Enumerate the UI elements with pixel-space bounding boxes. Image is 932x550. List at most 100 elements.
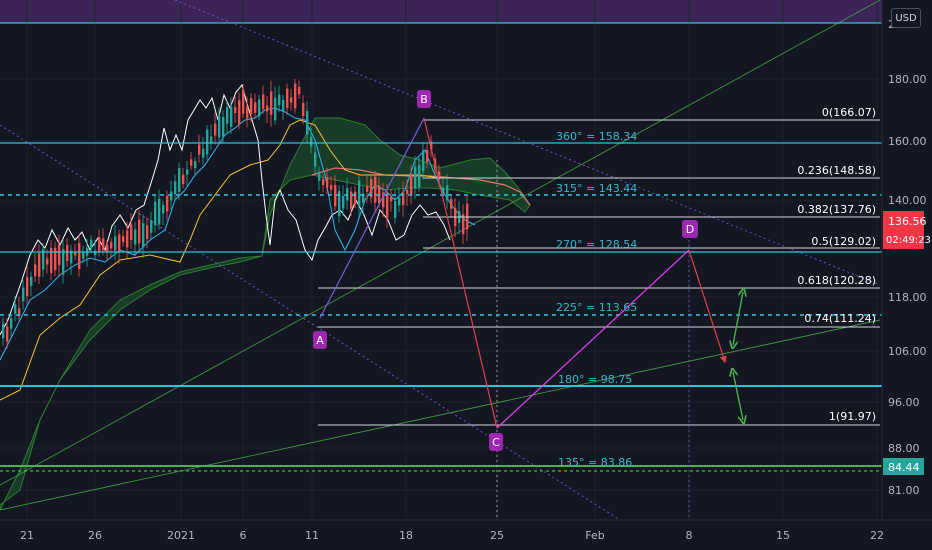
point-a-marker[interactable]: A xyxy=(313,331,327,349)
candle-body xyxy=(414,166,417,189)
candle-body xyxy=(246,106,249,119)
candle-body xyxy=(114,236,117,251)
candle-body xyxy=(306,111,309,135)
point-b-marker[interactable]: B xyxy=(417,90,431,108)
candle-body xyxy=(266,105,269,112)
candle-body xyxy=(258,99,261,117)
candle-body xyxy=(14,304,17,314)
time-tick-26: 26 xyxy=(88,529,102,542)
candle-body xyxy=(34,264,37,277)
candle-body xyxy=(190,159,193,166)
candle-body xyxy=(66,244,69,261)
candle-body xyxy=(290,97,293,103)
gann-label-270: 270° = 128.54 xyxy=(556,238,637,251)
candle-body xyxy=(242,90,245,114)
time-tick-11: 11 xyxy=(305,529,319,542)
candle-body xyxy=(82,251,85,259)
candle-body xyxy=(70,250,73,264)
candle-body xyxy=(262,94,265,110)
time-tick-18: 18 xyxy=(399,529,413,542)
svg-text:84.44: 84.44 xyxy=(888,461,920,474)
gann-label-225: 225° = 113.65 xyxy=(556,301,637,314)
fib-label-0382: 0.382(137.76) xyxy=(797,203,876,216)
candle-body xyxy=(358,180,361,207)
candle-body xyxy=(158,198,161,225)
svg-text:C: C xyxy=(492,436,500,449)
candle-body xyxy=(222,116,225,137)
gann-label-180: 180° = 98.75 xyxy=(558,373,632,386)
price-chart[interactable]: A B C D 360° = 158.34 315° = 143.44 270°… xyxy=(0,0,932,550)
candle-body xyxy=(278,94,281,106)
candle-body xyxy=(466,203,469,230)
grid xyxy=(0,0,882,520)
candle-body xyxy=(146,225,149,239)
candle-body xyxy=(450,199,453,209)
candle-body xyxy=(446,185,449,201)
candle-body xyxy=(366,185,369,192)
price-tick-88: 88.00 xyxy=(888,442,920,455)
candle-body xyxy=(126,230,129,248)
point-c-marker[interactable]: C xyxy=(489,433,503,451)
price-tick-160: 160.00 xyxy=(888,135,927,148)
candle-body xyxy=(250,98,253,115)
candle-body xyxy=(58,244,61,266)
candle-body xyxy=(102,238,105,251)
candle-body xyxy=(154,201,157,225)
candle-body xyxy=(406,189,409,194)
candle-body xyxy=(214,123,217,136)
candle-body xyxy=(22,287,25,302)
gann-label-315: 315° = 143.44 xyxy=(556,182,637,195)
candle-body xyxy=(186,169,189,175)
candle-body xyxy=(142,223,145,248)
candle-body xyxy=(218,115,221,138)
candle-body xyxy=(78,243,81,269)
time-tick-8: 8 xyxy=(686,529,693,542)
support-price-badge: 84.44 xyxy=(883,458,924,475)
candle-body xyxy=(134,229,137,245)
candle-body xyxy=(410,174,413,196)
svg-text:A: A xyxy=(316,334,324,347)
candle-body xyxy=(182,174,185,185)
diagonal-trendlines xyxy=(0,0,881,521)
gann-labels: 360° = 158.34 315° = 143.44 270° = 128.5… xyxy=(556,130,637,469)
candle-body xyxy=(354,191,357,205)
candle-body xyxy=(394,201,397,218)
candle-body xyxy=(322,178,325,186)
candle-body xyxy=(122,236,125,243)
top-resistance-zone xyxy=(0,0,882,23)
down-arrow xyxy=(733,372,743,420)
candle-body xyxy=(298,86,301,95)
candle-body xyxy=(46,258,49,265)
candle-body xyxy=(314,152,317,167)
candle-body xyxy=(166,196,169,212)
candle-body xyxy=(138,219,141,244)
time-tick-feb: Feb xyxy=(585,529,604,542)
candle-body xyxy=(194,161,197,169)
candle-body xyxy=(118,234,121,253)
price-tick-81: 81.00 xyxy=(888,484,920,497)
candle-body xyxy=(326,177,329,188)
candle-body xyxy=(10,318,13,329)
point-d-marker[interactable]: D xyxy=(682,220,698,238)
candle-body xyxy=(294,83,297,109)
time-tick-21: 21 xyxy=(20,529,34,542)
candles xyxy=(2,78,469,349)
candle-body xyxy=(206,129,209,155)
price-tick-140: 140.00 xyxy=(888,194,927,207)
gann-label-135: 135° = 83.86 xyxy=(558,456,632,469)
time-axis-panel[interactable] xyxy=(0,520,932,550)
candle-body xyxy=(318,171,321,181)
fib-label-0: 0(166.07) xyxy=(822,106,876,119)
candle-body xyxy=(286,88,289,109)
candle-body xyxy=(106,244,109,253)
candle-body xyxy=(342,196,345,209)
candle-body xyxy=(94,250,97,256)
candle-body xyxy=(230,106,233,127)
candle-body xyxy=(30,276,33,286)
candle-body xyxy=(442,187,445,194)
candle-body xyxy=(162,204,165,214)
candle-body xyxy=(274,97,277,121)
currency-button[interactable]: USD xyxy=(891,8,921,28)
candle-body xyxy=(150,220,153,233)
fib-label-0618: 0.618(120.28) xyxy=(797,274,876,287)
